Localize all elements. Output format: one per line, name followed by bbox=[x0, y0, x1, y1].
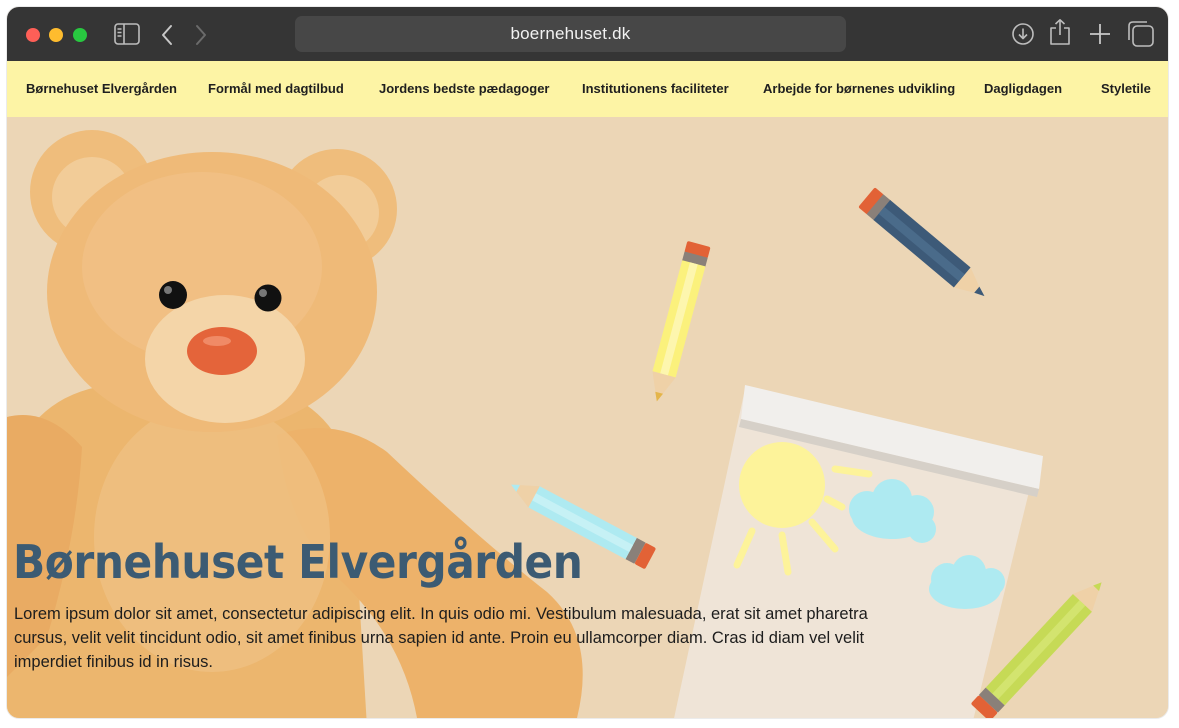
back-icon[interactable] bbox=[160, 24, 174, 46]
hero-description: Lorem ipsum dolor sit amet, consectetur … bbox=[14, 605, 868, 671]
address-bar-url: boernehuset.dk bbox=[510, 24, 631, 43]
nav-item-udvikling[interactable]: Arbejde for børnenes udvikling bbox=[763, 61, 955, 117]
nav-item-paedagoger[interactable]: Jordens bedste pædagoger bbox=[379, 61, 549, 117]
browser-toolbar: boernehuset.dk bbox=[7, 7, 1168, 61]
forward-icon[interactable] bbox=[194, 24, 208, 46]
sidebar-icon[interactable] bbox=[114, 23, 140, 45]
browser-window: boernehuset.dk Børnehuset Elvergården Fo… bbox=[7, 7, 1168, 718]
site-navigation: Børnehuset Elvergården Formål med dagtil… bbox=[7, 61, 1168, 117]
nav-item-formaal[interactable]: Formål med dagtilbud bbox=[208, 61, 344, 117]
nav-item-styletile[interactable]: Styletile bbox=[1101, 61, 1151, 117]
new-tab-icon[interactable] bbox=[1088, 22, 1112, 46]
nav-item-boernehuset[interactable]: Børnehuset Elvergården bbox=[26, 61, 177, 117]
nav-item-faciliteter[interactable]: Institutionens faciliteter bbox=[582, 61, 729, 117]
hero-section: Børnehuset Elvergården Lorem ipsum dolor… bbox=[7, 117, 1168, 718]
zoom-window-button[interactable] bbox=[73, 28, 87, 42]
address-bar[interactable]: boernehuset.dk bbox=[295, 16, 846, 52]
minimize-window-button[interactable] bbox=[49, 28, 63, 42]
close-window-button[interactable] bbox=[26, 28, 40, 42]
download-icon[interactable] bbox=[1011, 22, 1035, 46]
blue-pencil-illustration bbox=[858, 188, 985, 297]
tabs-overview-icon[interactable] bbox=[1127, 20, 1155, 48]
hero-title: Børnehuset Elvergården bbox=[13, 535, 583, 589]
nav-item-dagligdagen[interactable]: Dagligdagen bbox=[984, 61, 1062, 117]
share-icon[interactable] bbox=[1049, 18, 1071, 46]
yellow-pencil-illustration bbox=[652, 241, 711, 402]
